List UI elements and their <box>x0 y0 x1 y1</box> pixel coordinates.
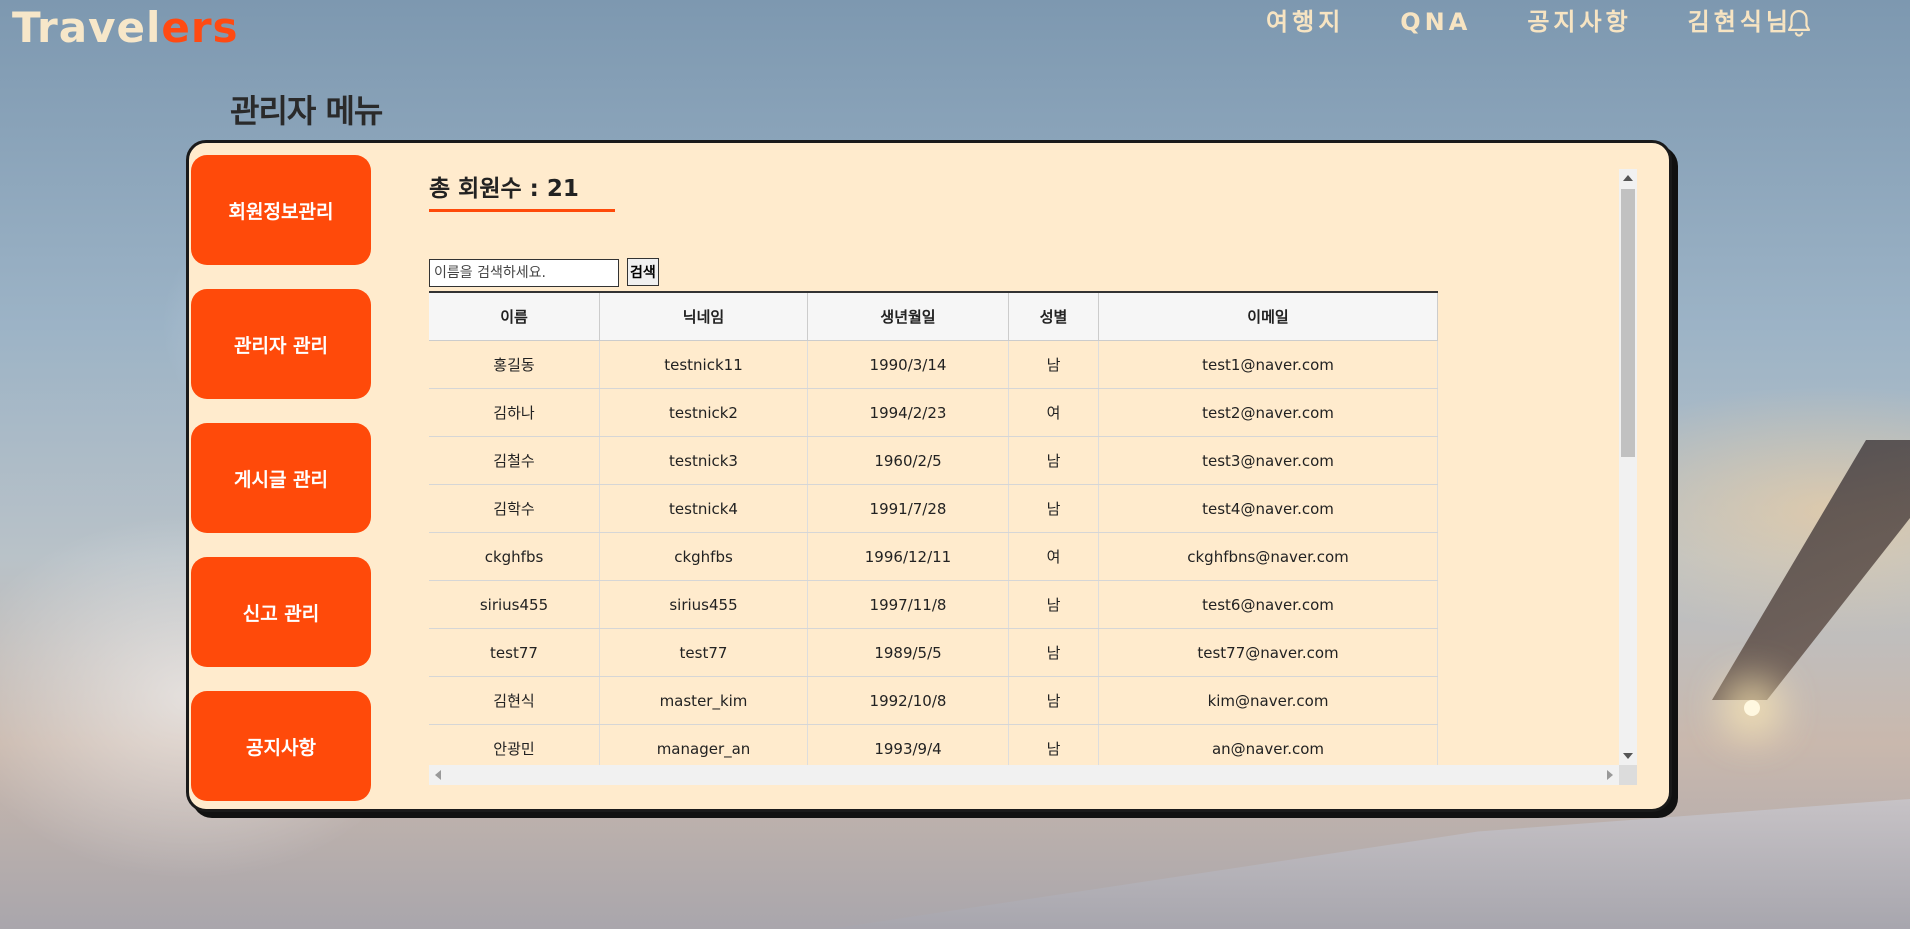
cell-birthdate: 1993/9/4 <box>807 724 1009 765</box>
col-header-email: 이메일 <box>1098 291 1438 341</box>
logo-part2: ers <box>161 3 239 52</box>
cell-gender: 남 <box>1008 676 1099 725</box>
table-row[interactable]: 홍길동 testnick11 1990/3/14 남 test1@naver.c… <box>429 340 1438 389</box>
scroll-down-arrow-icon[interactable] <box>1623 753 1633 759</box>
cell-name: 김현식 <box>429 676 600 725</box>
total-members: 총 회원수 : 21 <box>429 169 615 212</box>
nav-item-qna[interactable]: QNA <box>1372 4 1499 40</box>
cell-gender: 남 <box>1008 340 1099 389</box>
cell-nickname: sirius455 <box>599 580 808 629</box>
cell-birthdate: 1992/10/8 <box>807 676 1009 725</box>
cell-email: an@naver.com <box>1098 724 1438 765</box>
cell-name: ckghfbs <box>429 532 600 581</box>
col-header-name: 이름 <box>429 291 600 341</box>
sidebar-item-admin-manage[interactable]: 관리자 관리 <box>191 289 371 399</box>
cell-email: test4@naver.com <box>1098 484 1438 533</box>
member-table-body: 홍길동 testnick11 1990/3/14 남 test1@naver.c… <box>429 340 1438 765</box>
cell-gender: 남 <box>1008 724 1099 765</box>
search-button[interactable]: 검색 <box>627 258 659 286</box>
table-row[interactable]: 김학수 testnick4 1991/7/28 남 test4@naver.co… <box>429 484 1438 533</box>
sidebar-item-report-manage[interactable]: 신고 관리 <box>191 557 371 667</box>
cell-nickname: master_kim <box>599 676 808 725</box>
cell-birthdate: 1990/3/14 <box>807 340 1009 389</box>
cell-nickname: testnick3 <box>599 436 808 485</box>
admin-panel: 회원정보관리 관리자 관리 게시글 관리 신고 관리 공지사항 총 회원수 : … <box>186 140 1672 812</box>
cell-email: test6@naver.com <box>1098 580 1438 629</box>
cell-gender: 남 <box>1008 580 1099 629</box>
table-header-row: 이름 닉네임 생년월일 성별 이메일 <box>429 291 1438 341</box>
cell-email: test1@naver.com <box>1098 340 1438 389</box>
horizontal-scrollbar[interactable] <box>429 765 1637 785</box>
cell-nickname: testnick2 <box>599 388 808 437</box>
table-row[interactable]: 김철수 testnick3 1960/2/5 남 test3@naver.com <box>429 436 1438 485</box>
search-input[interactable] <box>429 259 619 287</box>
table-row[interactable]: ckghfbs ckghfbs 1996/12/11 여 ckghfbns@na… <box>429 532 1438 581</box>
scroll-right-arrow-icon[interactable] <box>1607 770 1613 780</box>
col-header-gender: 성별 <box>1008 291 1099 341</box>
cell-name: 홍길동 <box>429 340 600 389</box>
background-wing <box>1712 440 1910 700</box>
cell-birthdate: 1994/2/23 <box>807 388 1009 437</box>
cell-name: sirius455 <box>429 580 600 629</box>
background-sun <box>1744 700 1760 716</box>
sidebar-item-post-manage[interactable]: 게시글 관리 <box>191 423 371 533</box>
scrollbar-thumb[interactable] <box>1621 189 1635 457</box>
cell-name: 안광민 <box>429 724 600 765</box>
col-header-birthdate: 생년월일 <box>807 291 1009 341</box>
cell-name: 김철수 <box>429 436 600 485</box>
cell-birthdate: 1997/11/8 <box>807 580 1009 629</box>
cell-nickname: testnick11 <box>599 340 808 389</box>
cell-nickname: manager_an <box>599 724 808 765</box>
background-wing-body <box>830 799 1910 929</box>
table-row[interactable]: 김현식 master_kim 1992/10/8 남 kim@naver.com <box>429 676 1438 725</box>
cell-name: test77 <box>429 628 600 677</box>
scroll-left-arrow-icon[interactable] <box>435 770 441 780</box>
cell-gender: 남 <box>1008 628 1099 677</box>
cell-nickname: ckghfbs <box>599 532 808 581</box>
sidebar-item-member-info[interactable]: 회원정보관리 <box>191 155 371 265</box>
cell-gender: 여 <box>1008 532 1099 581</box>
page-title: 관리자 메뉴 <box>230 92 383 130</box>
member-content: 총 회원수 : 21 검색 이름 닉네임 생년월일 성별 이메일 홍길동 <box>427 169 1637 785</box>
logo[interactable]: Travelers <box>12 0 239 56</box>
col-header-nickname: 닉네임 <box>599 291 808 341</box>
vertical-scrollbar[interactable] <box>1619 169 1637 765</box>
cell-email: test2@naver.com <box>1098 388 1438 437</box>
member-table: 이름 닉네임 생년월일 성별 이메일 홍길동 testnick11 1990/3… <box>429 291 1438 765</box>
cell-birthdate: 1960/2/5 <box>807 436 1009 485</box>
cell-email: test3@naver.com <box>1098 436 1438 485</box>
cell-email: ckghfbns@naver.com <box>1098 532 1438 581</box>
top-nav: 여행지 QNA 공지사항 김현식님 <box>1238 4 1820 40</box>
cell-nickname: test77 <box>599 628 808 677</box>
logo-part1: Travel <box>12 3 162 52</box>
sidebar-item-notice[interactable]: 공지사항 <box>191 691 371 801</box>
cell-name: 김학수 <box>429 484 600 533</box>
cell-gender: 남 <box>1008 436 1099 485</box>
cell-gender: 남 <box>1008 484 1099 533</box>
member-table-wrap: 이름 닉네임 생년월일 성별 이메일 홍길동 testnick11 1990/3… <box>429 291 1615 765</box>
nav-item-notice[interactable]: 공지사항 <box>1499 4 1659 40</box>
cell-email: kim@naver.com <box>1098 676 1438 725</box>
table-row[interactable]: 김하나 testnick2 1994/2/23 여 test2@naver.co… <box>429 388 1438 437</box>
bell-icon[interactable] <box>1784 8 1814 38</box>
cell-nickname: testnick4 <box>599 484 808 533</box>
nav-item-destinations[interactable]: 여행지 <box>1238 4 1372 40</box>
cell-name: 김하나 <box>429 388 600 437</box>
cell-birthdate: 1996/12/11 <box>807 532 1009 581</box>
scroll-up-arrow-icon[interactable] <box>1623 175 1633 181</box>
table-row[interactable]: 안광민 manager_an 1993/9/4 남 an@naver.com <box>429 724 1438 765</box>
cell-gender: 여 <box>1008 388 1099 437</box>
scrollbar-corner <box>1619 765 1637 785</box>
cell-email: test77@naver.com <box>1098 628 1438 677</box>
cell-birthdate: 1989/5/5 <box>807 628 1009 677</box>
table-row[interactable]: sirius455 sirius455 1997/11/8 남 test6@na… <box>429 580 1438 629</box>
cell-birthdate: 1991/7/28 <box>807 484 1009 533</box>
table-row[interactable]: test77 test77 1989/5/5 남 test77@naver.co… <box>429 628 1438 677</box>
